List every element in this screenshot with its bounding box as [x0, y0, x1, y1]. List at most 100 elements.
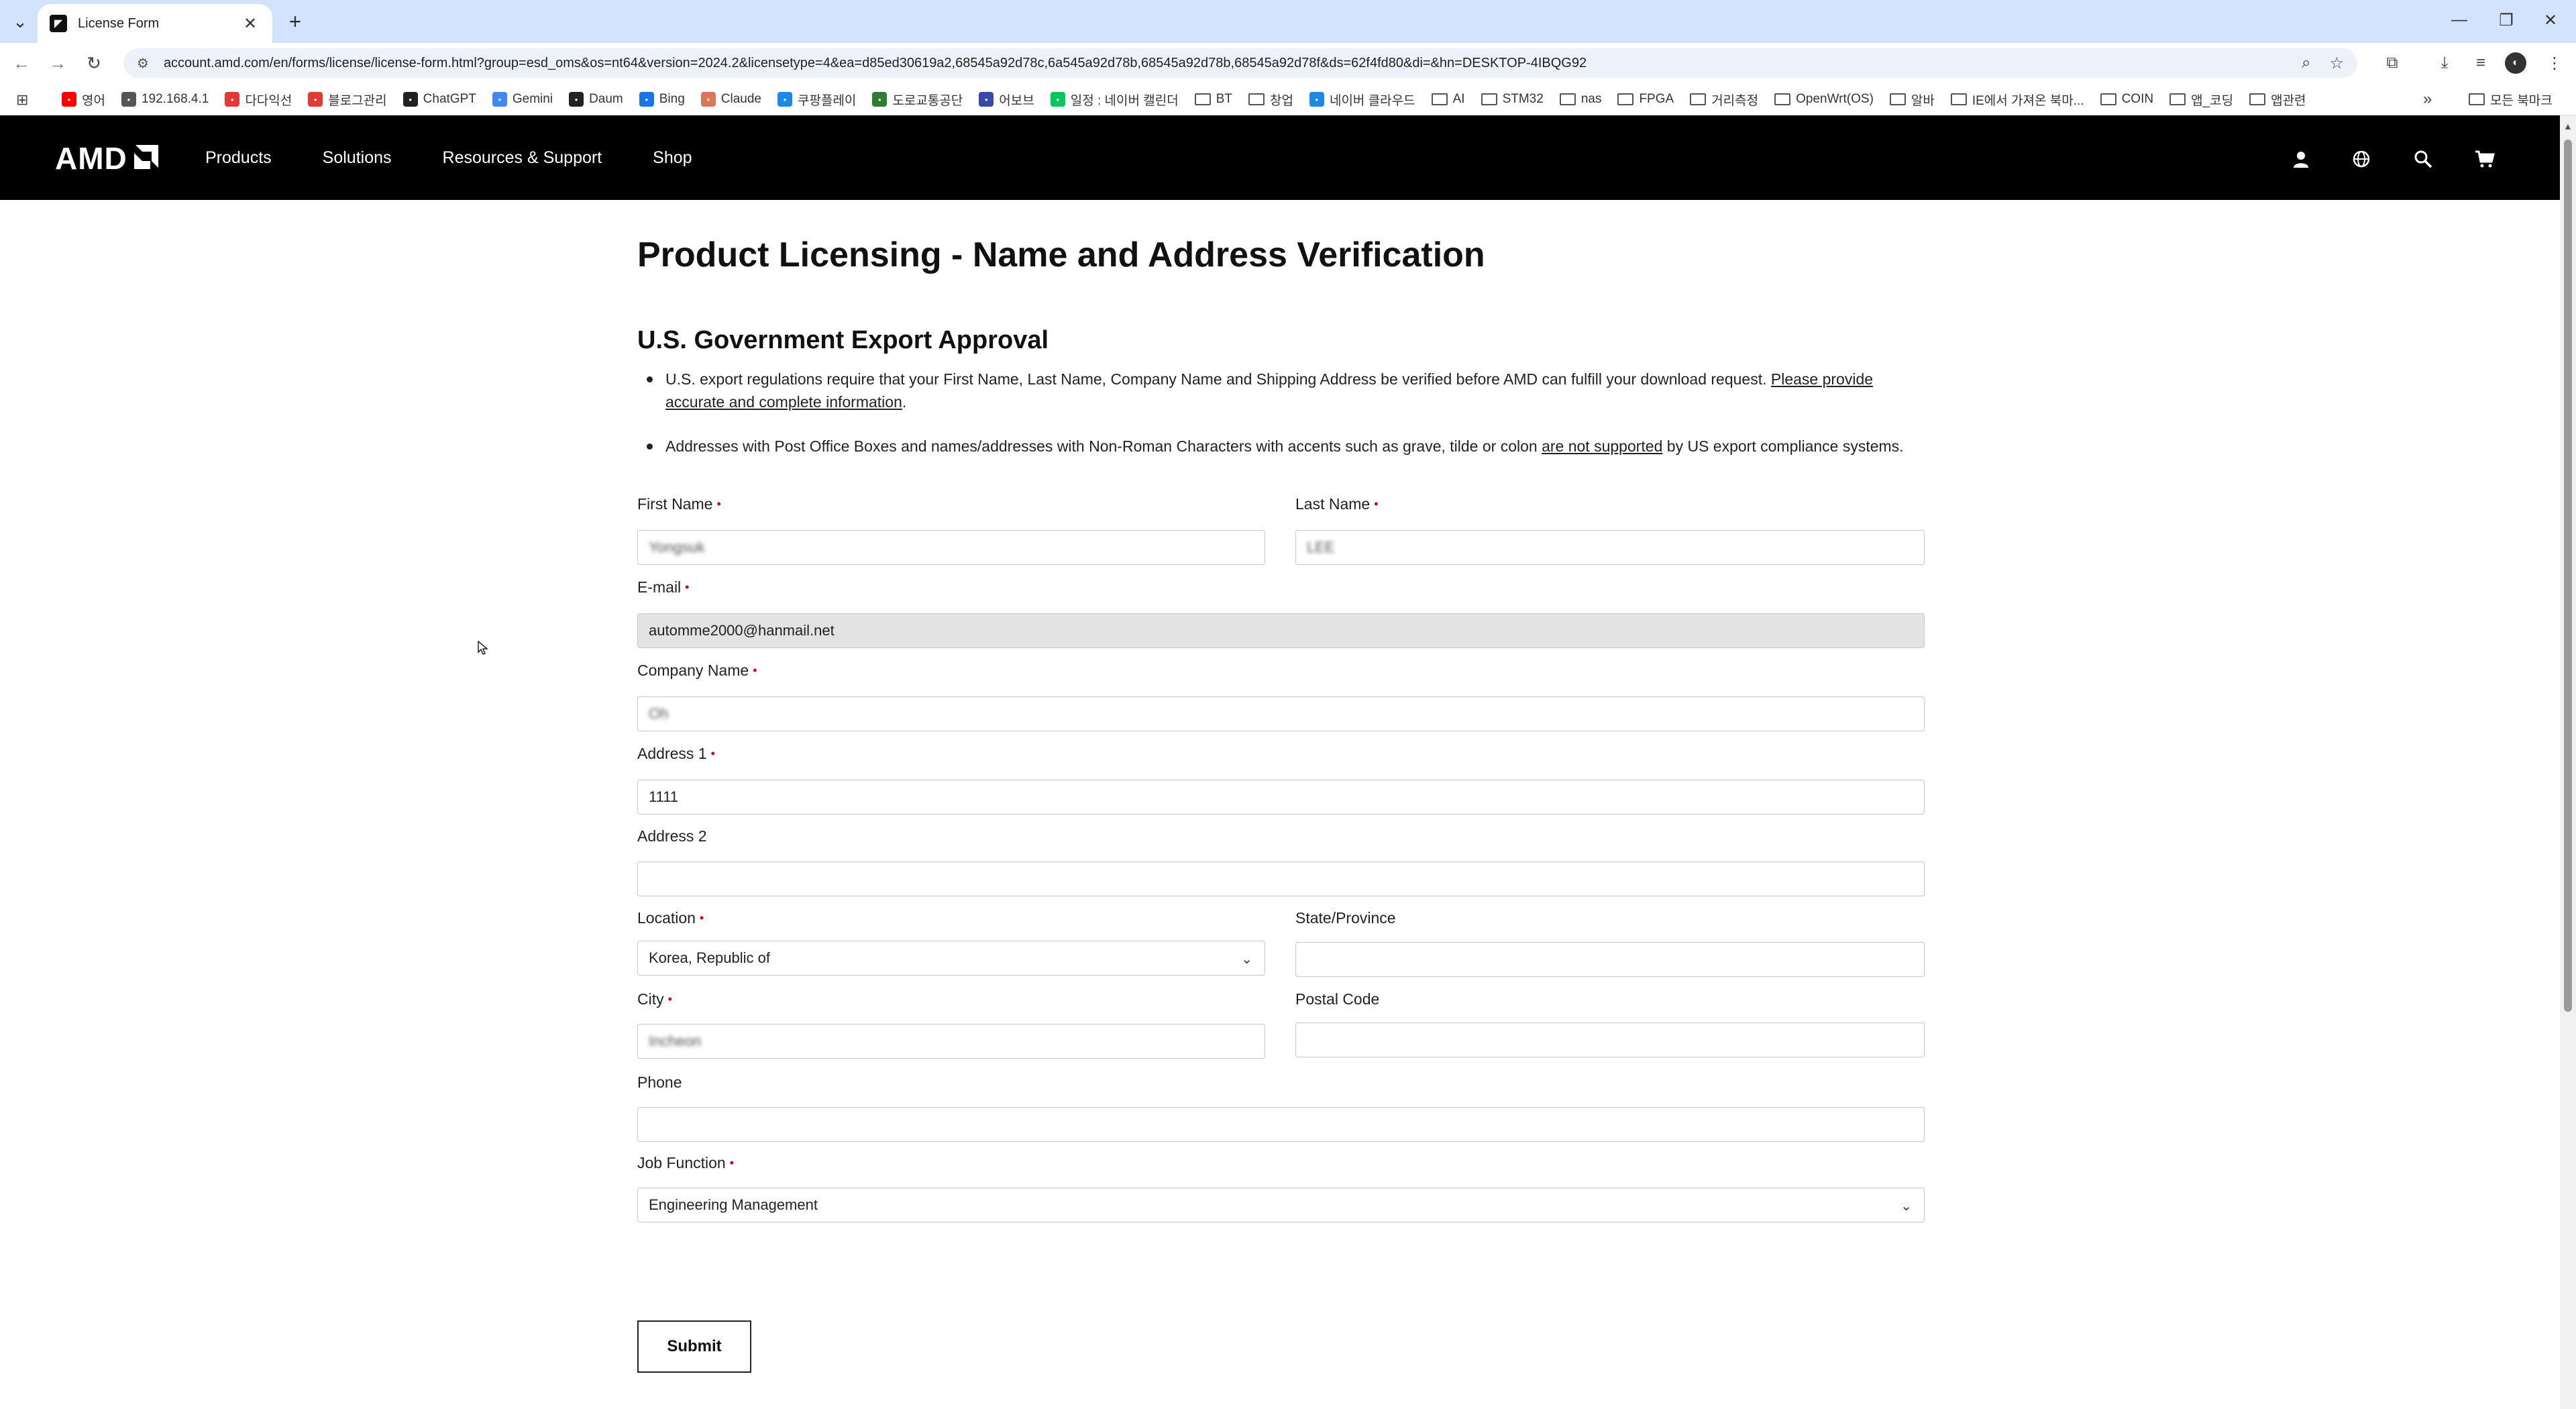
- back-arrow-icon[interactable]: ←: [8, 51, 35, 75]
- more-bookmarks-chevron-icon[interactable]: »: [2423, 90, 2432, 109]
- bookmark-item[interactable]: ● 어보브: [979, 91, 1034, 109]
- label-text: First Name: [637, 495, 713, 513]
- bookmark-item[interactable]: ● 도로교통공단: [872, 91, 963, 109]
- chevron-down-icon: ⌄: [1241, 952, 1252, 967]
- state-province-field[interactable]: [1295, 942, 1925, 977]
- address1-label: Address 1 •: [637, 745, 715, 763]
- last-name-field[interactable]: LEE: [1295, 530, 1925, 565]
- bookmark-label: IE에서 가져온 북마...: [1972, 93, 2084, 108]
- apps-grid-icon[interactable]: ⊞: [16, 91, 28, 109]
- bookmark-item[interactable]: STM32: [1481, 92, 1544, 107]
- bookmark-item[interactable]: ● Claude: [700, 92, 761, 107]
- new-tab-plus-icon[interactable]: +: [282, 8, 309, 35]
- city-field[interactable]: Incheon: [637, 1024, 1265, 1059]
- first-name-field[interactable]: Yongsuk: [637, 530, 1265, 565]
- bookmark-item[interactable]: ● Bing: [639, 92, 685, 107]
- job-function-select[interactable]: Engineering Management ⌄: [637, 1188, 1925, 1222]
- main-nav: Products Solutions Resources & Support S…: [205, 115, 692, 200]
- chevron-down-icon: ⌄: [1900, 1199, 1912, 1214]
- location-select[interactable]: Korea, Republic of ⌄: [637, 941, 1265, 976]
- bookmark-item[interactable]: ● 쿠팡플레이: [777, 91, 856, 109]
- bookmark-item[interactable]: ● Gemini: [492, 92, 553, 107]
- bookmark-item[interactable]: FPGA: [1617, 92, 1674, 107]
- extensions-puzzle-icon[interactable]: ⧉: [2379, 51, 2406, 75]
- postal-code-field[interactable]: [1295, 1023, 1925, 1057]
- profile-avatar-icon[interactable]: ◐: [2505, 52, 2526, 74]
- nav-resources-support[interactable]: Resources & Support: [443, 148, 602, 168]
- address-bar[interactable]: ⚙ account.amd.com/en/forms/license/licen…: [123, 48, 2357, 78]
- window-minimize-icon[interactable]: —: [2439, 5, 2479, 35]
- site-settings-icon[interactable]: ⚙: [137, 55, 149, 72]
- browser-tab-license-form[interactable]: ◤ License Form ✕: [38, 4, 272, 43]
- email-field[interactable]: automme2000@hanmail.net: [637, 613, 1925, 648]
- bookmark-item[interactable]: ● 일정 : 네이버 캘린더: [1050, 91, 1179, 109]
- bookmark-item[interactable]: ● ChatGPT: [402, 92, 476, 107]
- nav-products[interactable]: Products: [205, 148, 272, 168]
- bookmark-item[interactable]: ● 192.168.4.1: [121, 92, 209, 107]
- bookmark-item[interactable]: AI: [1431, 92, 1465, 107]
- all-bookmarks-label: 모든 북마크: [2490, 93, 2553, 108]
- window-close-icon[interactable]: ✕: [2530, 5, 2571, 35]
- note-emphasis: are not supported: [1542, 437, 1663, 455]
- page-title: Product Licensing - Name and Address Ver…: [637, 236, 1485, 274]
- tab-close-icon[interactable]: ✕: [240, 14, 260, 34]
- bookmark-item[interactable]: COIN: [2100, 92, 2153, 107]
- all-bookmarks-folder[interactable]: 모든 북마크: [2469, 83, 2553, 115]
- search-icon[interactable]: [2410, 146, 2436, 172]
- browser-menu-icon[interactable]: ⋮: [2541, 51, 2568, 75]
- company-name-field[interactable]: Oh: [637, 696, 1925, 731]
- city-label: City •: [637, 990, 672, 1008]
- zoom-magnifier-icon[interactable]: ⌕: [2302, 54, 2310, 72]
- bookmark-item[interactable]: 앱관련: [2249, 91, 2306, 109]
- submit-button[interactable]: Submit: [637, 1320, 751, 1373]
- scroll-thumb[interactable]: [2564, 140, 2572, 1012]
- bookmark-item[interactable]: nas: [1559, 92, 1601, 107]
- bookmark-label: 알바: [1911, 93, 1935, 108]
- amd-logo[interactable]: AMD: [55, 140, 158, 177]
- account-user-icon[interactable]: [2288, 146, 2314, 172]
- email-value: automme2000@hanmail.net: [649, 622, 835, 639]
- road-icon: ●: [872, 92, 888, 107]
- folder-icon: [1690, 93, 1707, 105]
- forward-arrow-icon[interactable]: →: [44, 51, 71, 75]
- page-scrollbar[interactable]: ▲: [2560, 115, 2576, 1409]
- gemini-icon: ●: [492, 92, 507, 107]
- downloads-icon[interactable]: ⤓: [2431, 51, 2458, 75]
- shopping-cart-icon[interactable]: [2471, 146, 2498, 172]
- bookmark-item[interactable]: OpenWrt(OS): [1774, 92, 1874, 107]
- bookmark-item[interactable]: ● 영어: [62, 91, 105, 109]
- bookmark-star-icon[interactable]: ☆: [2329, 54, 2344, 73]
- bookmark-item[interactable]: 창업: [1248, 91, 1293, 109]
- bookmark-item[interactable]: BT: [1194, 92, 1232, 107]
- bookmark-item[interactable]: 앱_코딩: [2169, 91, 2233, 109]
- note-text: by US export compliance systems.: [1662, 437, 1904, 455]
- export-notes-list: U.S. export regulations require that you…: [637, 368, 1925, 458]
- email-label: E-mail •: [637, 578, 689, 596]
- browser-tabstrip: ⌄ ◤ License Form ✕ + — ❐ ✕: [0, 0, 2576, 43]
- scroll-up-arrow-icon[interactable]: ▲: [2563, 121, 2573, 132]
- bookmark-item[interactable]: 거리측정: [1690, 91, 1758, 109]
- job-function-label: Job Function •: [637, 1154, 734, 1172]
- globe-language-icon[interactable]: [2348, 146, 2375, 172]
- bookmark-item[interactable]: ● 다다익선: [225, 91, 292, 109]
- folder-icon: [1248, 93, 1265, 105]
- bookmark-label: Daum: [589, 92, 623, 106]
- nav-solutions[interactable]: Solutions: [323, 148, 392, 168]
- bookmark-item[interactable]: IE에서 가져온 북마...: [1950, 91, 2084, 109]
- bookmark-label: OpenWrt(OS): [1796, 92, 1874, 106]
- bookmark-item[interactable]: ● Daum: [569, 92, 623, 107]
- phone-field[interactable]: [637, 1107, 1925, 1142]
- tab-search-chevron-icon[interactable]: ⌄: [8, 9, 32, 34]
- label-text: Company Name: [637, 662, 749, 679]
- bookmark-item[interactable]: ● 블로그관리: [308, 91, 387, 109]
- reload-icon[interactable]: ↻: [80, 51, 107, 75]
- address2-field[interactable]: [637, 862, 1925, 896]
- media-control-icon[interactable]: ≡: [2467, 51, 2494, 75]
- bookmark-item[interactable]: ● 네이버 클라우드: [1309, 91, 1415, 109]
- nav-shop[interactable]: Shop: [653, 148, 692, 168]
- url-text[interactable]: account.amd.com/en/forms/license/license…: [164, 56, 2283, 71]
- bookmark-label: 앱관련: [2271, 93, 2306, 108]
- address1-field[interactable]: 1111: [637, 780, 1925, 815]
- window-restore-icon[interactable]: ❐: [2486, 5, 2526, 35]
- bookmark-item[interactable]: 알바: [1889, 91, 1935, 109]
